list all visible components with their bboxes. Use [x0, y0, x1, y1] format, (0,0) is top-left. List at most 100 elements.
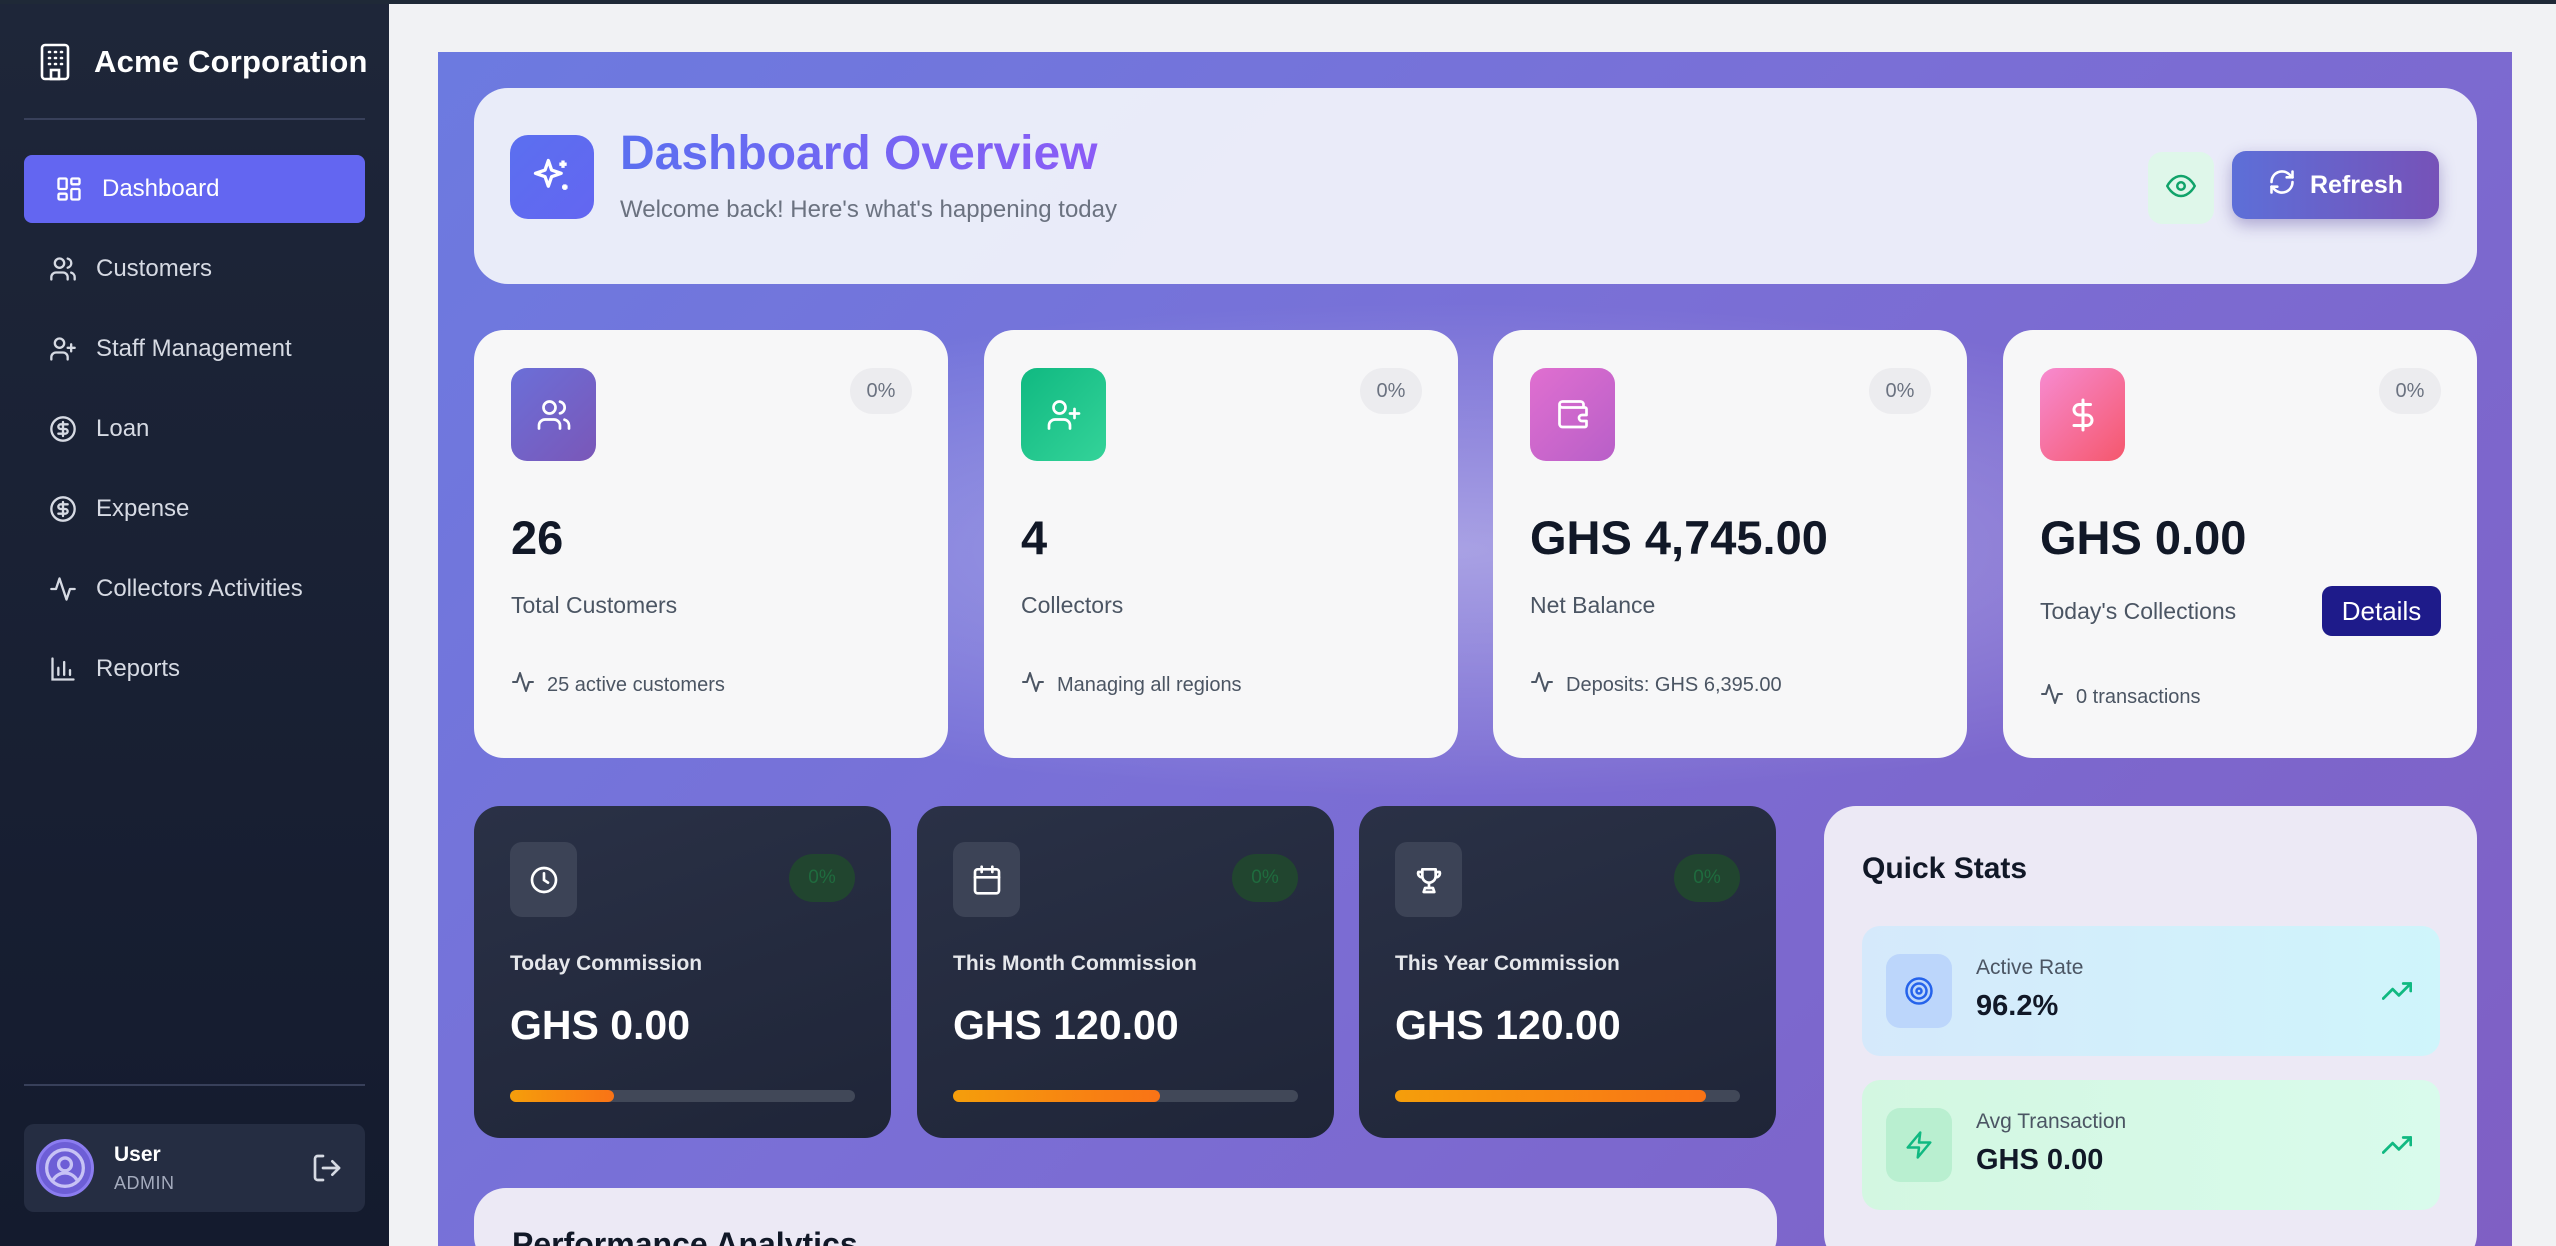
commission-card-month: 0% This Month Commission GHS 120.00	[917, 806, 1334, 1138]
quick-stat-active-rate[interactable]: Active Rate 96.2%	[1862, 926, 2440, 1056]
trending-up-icon	[2381, 1130, 2414, 1162]
brand[interactable]: Acme Corporation	[38, 42, 368, 82]
activity-icon	[1530, 670, 1554, 700]
quick-stat-label: Avg Transaction	[1976, 1110, 2127, 1133]
sidebar-item-dashboard[interactable]: Dashboard	[24, 155, 365, 223]
sidebar-item-customers[interactable]: Customers	[24, 235, 365, 303]
bar-chart-icon	[48, 654, 78, 684]
stat-footer-text: 0 transactions	[2076, 685, 2201, 708]
dollar-circle-icon	[48, 494, 78, 524]
refresh-button[interactable]: Refresh	[2232, 151, 2439, 219]
brand-name: Acme Corporation	[94, 44, 368, 79]
quick-stats-card: Quick Stats Active Rate 96.2% Avg Transa…	[1824, 806, 2477, 1246]
wallet-icon	[1530, 368, 1615, 461]
sparkles-icon	[510, 135, 594, 219]
stat-footer-text: 25 active customers	[547, 673, 725, 696]
commission-progress-fill	[510, 1090, 614, 1102]
commission-change-badge: 0%	[789, 854, 855, 902]
target-icon	[1886, 954, 1952, 1028]
toggle-visibility-button[interactable]	[2148, 152, 2214, 224]
commission-card-year: 0% This Year Commission GHS 120.00	[1359, 806, 1776, 1138]
quick-stats-title: Quick Stats	[1862, 852, 2028, 885]
commission-value: GHS 0.00	[510, 1002, 691, 1048]
user-profile[interactable]: User ADMIN	[24, 1124, 365, 1212]
sidebar-item-collectors-activities[interactable]: Collectors Activities	[24, 555, 365, 623]
commission-label: Today Commission	[510, 952, 703, 975]
stat-value: 26	[511, 511, 564, 564]
stat-label: Collectors	[1021, 592, 1124, 618]
quick-stat-value: GHS 0.00	[1976, 1144, 2104, 1176]
sidebar-item-expense[interactable]: Expense	[24, 475, 365, 543]
commission-progress-fill	[1395, 1090, 1706, 1102]
header-card: Dashboard Overview Welcome back! Here's …	[474, 88, 2477, 284]
stat-footer-text: Deposits: GHS 6,395.00	[1566, 673, 1782, 696]
dollar-icon	[2040, 368, 2125, 461]
stat-footer: 25 active customers	[511, 670, 725, 700]
avatar	[36, 1139, 94, 1197]
quick-stat-label: Active Rate	[1976, 956, 2084, 979]
calendar-icon	[953, 842, 1020, 917]
users-icon	[48, 254, 78, 284]
sidebar-item-label: Dashboard	[102, 175, 220, 202]
commission-progress-bar	[1395, 1090, 1740, 1102]
commission-progress-fill	[953, 1090, 1160, 1102]
stat-value: GHS 0.00	[2040, 511, 2247, 564]
stat-change-badge: 0%	[1869, 368, 1931, 414]
stat-card-todays-collections: 0% GHS 0.00 Today's Collections Details …	[2003, 330, 2477, 758]
commission-label: This Month Commission	[953, 952, 1197, 975]
sidebar: Acme Corporation Dashboard Customers Sta…	[0, 4, 389, 1246]
refresh-label: Refresh	[2309, 170, 2404, 199]
commission-label: This Year Commission	[1395, 952, 1620, 975]
activity-icon	[1021, 670, 1045, 700]
details-button[interactable]: Details	[2322, 586, 2441, 636]
stat-card-total-customers: 0% 26 Total Customers 25 active customer…	[474, 330, 948, 758]
stat-change-badge: 0%	[1360, 368, 1422, 414]
quick-stat-value: 96.2%	[1976, 990, 2059, 1022]
stat-label: Total Customers	[511, 592, 678, 618]
sidebar-item-label: Collectors Activities	[96, 575, 303, 602]
performance-analytics-card: Performance Analytics	[474, 1188, 1777, 1246]
zap-icon	[1886, 1108, 1952, 1182]
user-role: ADMIN	[114, 1172, 175, 1193]
commission-value: GHS 120.00	[953, 1002, 1179, 1048]
stat-change-badge: 0%	[2379, 368, 2441, 414]
sidebar-item-reports[interactable]: Reports	[24, 635, 365, 703]
quick-stat-avg-transaction[interactable]: Avg Transaction GHS 0.00	[1862, 1080, 2440, 1210]
stat-value: 4	[1021, 511, 1048, 564]
stat-footer: Deposits: GHS 6,395.00	[1530, 670, 1782, 700]
sidebar-item-staff-management[interactable]: Staff Management	[24, 315, 365, 383]
commission-card-today: 0% Today Commission GHS 0.00	[474, 806, 891, 1138]
logout-icon[interactable]	[311, 1152, 343, 1184]
clock-icon	[510, 842, 577, 917]
sidebar-item-label: Customers	[96, 255, 213, 282]
dollar-circle-icon	[48, 414, 78, 444]
commission-progress-bar	[953, 1090, 1298, 1102]
stat-change-badge: 0%	[850, 368, 912, 414]
commission-change-badge: 0%	[1232, 854, 1298, 902]
stat-value: GHS 4,745.00	[1530, 511, 1828, 564]
sidebar-divider	[24, 118, 365, 120]
dashboard-icon	[54, 174, 84, 204]
sidebar-item-label: Expense	[96, 495, 190, 522]
activity-icon	[511, 670, 535, 700]
sidebar-item-loan[interactable]: Loan	[24, 395, 365, 463]
sidebar-item-label: Reports	[96, 655, 181, 682]
sidebar-item-label: Loan	[96, 415, 150, 442]
building-icon	[38, 42, 72, 82]
commission-change-badge: 0%	[1674, 854, 1740, 902]
page-title: Dashboard Overview	[620, 127, 1098, 180]
stat-label: Net Balance	[1530, 592, 1656, 618]
sidebar-item-label: Staff Management	[96, 335, 292, 362]
stat-label: Today's Collections	[2040, 598, 2237, 624]
stat-card-net-balance: 0% GHS 4,745.00 Net Balance Deposits: GH…	[1493, 330, 1967, 758]
eye-icon	[2165, 171, 2197, 206]
refresh-icon	[2268, 168, 2296, 203]
trending-up-icon	[2381, 976, 2414, 1008]
stat-footer: Managing all regions	[1021, 670, 1242, 700]
stat-footer-text: Managing all regions	[1057, 673, 1242, 696]
sidebar-nav: Dashboard Customers Staff Management Loa…	[24, 155, 365, 715]
activity-icon	[2040, 682, 2064, 712]
user-plus-icon	[1021, 368, 1106, 461]
commission-value: GHS 120.00	[1395, 1002, 1621, 1048]
users-icon	[511, 368, 596, 461]
